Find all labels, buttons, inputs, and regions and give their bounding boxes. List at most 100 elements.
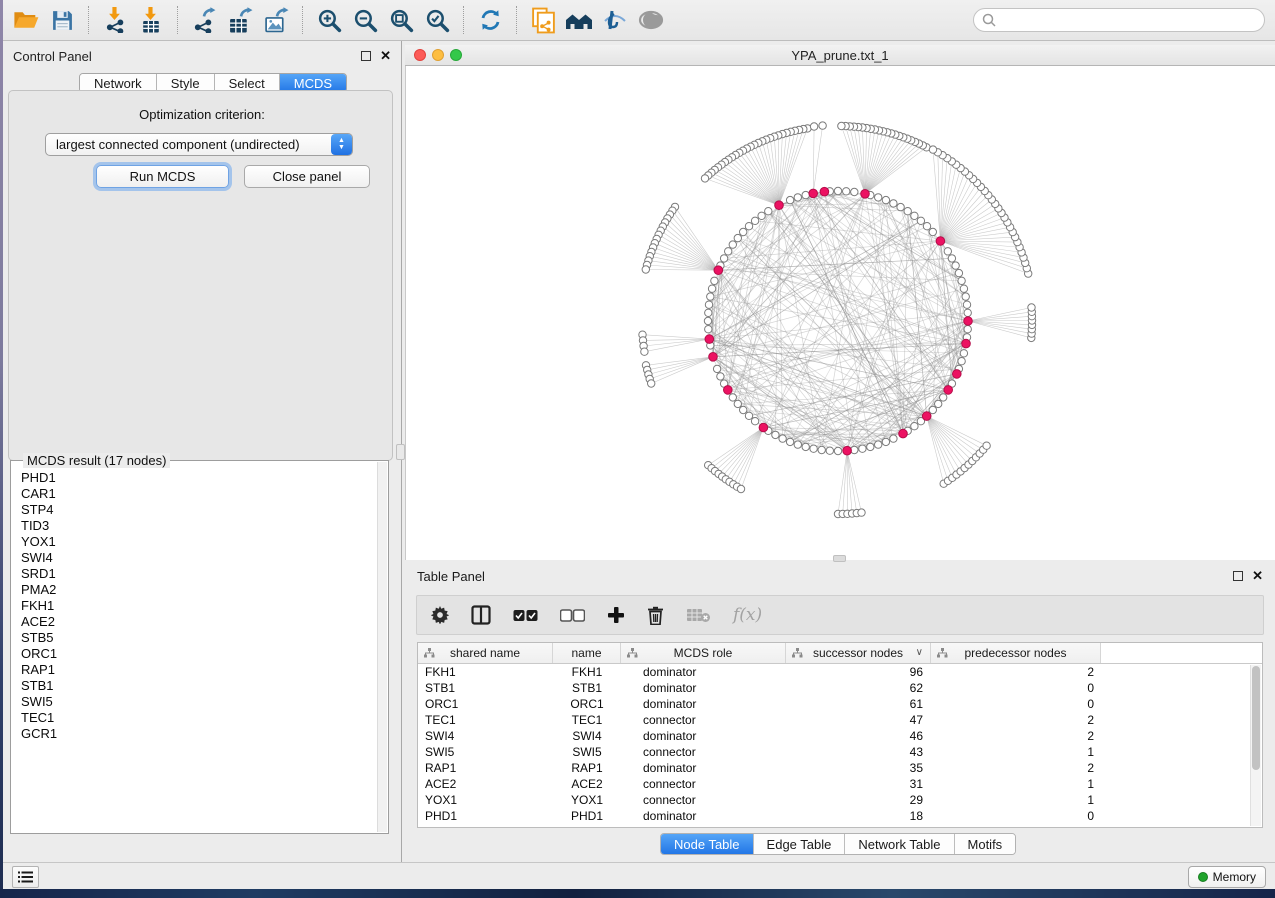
tab-node-table[interactable]: Node Table: [661, 834, 754, 854]
graph-node[interactable]: [882, 438, 889, 445]
graph-node[interactable]: [729, 394, 736, 401]
run-mcds-button[interactable]: Run MCDS: [96, 165, 229, 188]
graph-node[interactable]: [843, 188, 850, 195]
graph-hub-node[interactable]: [724, 386, 733, 395]
graph-node[interactable]: [708, 285, 715, 292]
graph-node[interactable]: [911, 423, 918, 430]
graph-node[interactable]: [826, 447, 833, 454]
zoom-selected-button[interactable]: [422, 5, 452, 35]
graph-node[interactable]: [758, 212, 765, 219]
graph-node[interactable]: [794, 194, 801, 201]
graph-hub-node[interactable]: [953, 370, 962, 379]
mcds-result-item[interactable]: ACE2: [21, 614, 377, 630]
graph-node[interactable]: [705, 301, 712, 308]
graph-node[interactable]: [707, 293, 714, 300]
save-button[interactable]: [47, 5, 77, 35]
graph-node[interactable]: [923, 223, 930, 230]
table-cell[interactable]: [1101, 696, 1262, 712]
graph-node[interactable]: [890, 435, 897, 442]
table-cell[interactable]: [1101, 744, 1262, 760]
table-cell[interactable]: 1: [931, 744, 1101, 760]
graph-node[interactable]: [911, 212, 918, 219]
table-cell[interactable]: 62: [786, 680, 931, 696]
graph-node[interactable]: [929, 228, 936, 235]
graph-hub-node[interactable]: [861, 190, 870, 199]
graph-node[interactable]: [917, 217, 924, 224]
tab-edge-table[interactable]: Edge Table: [754, 834, 846, 854]
open-folder-button[interactable]: [11, 5, 41, 35]
table-cell[interactable]: 47: [786, 712, 931, 728]
mcds-result-item[interactable]: SWI4: [21, 550, 377, 566]
export-network-button[interactable]: [189, 5, 219, 35]
graph-node[interactable]: [740, 228, 747, 235]
zoom-out-button[interactable]: [350, 5, 380, 35]
graph-node[interactable]: [734, 234, 741, 241]
graph-hub-node[interactable]: [936, 237, 945, 246]
graph-node[interactable]: [935, 400, 942, 407]
table-row[interactable]: SWI5SWI5connector431: [418, 744, 1262, 760]
table-cell[interactable]: ACE2: [418, 776, 553, 792]
table-cell[interactable]: dominator: [621, 680, 786, 696]
graph-hub-node[interactable]: [759, 423, 768, 432]
graph-node[interactable]: [729, 241, 736, 248]
graph-node[interactable]: [955, 269, 962, 276]
graph-node[interactable]: [960, 285, 967, 292]
graph-node[interactable]: [960, 350, 967, 357]
home-button[interactable]: [564, 5, 594, 35]
graph-node[interactable]: [858, 509, 865, 516]
graph-node[interactable]: [734, 400, 741, 407]
graph-node[interactable]: [962, 293, 969, 300]
mcds-result-item[interactable]: RAP1: [21, 662, 377, 678]
table-cell[interactable]: 35: [786, 760, 931, 776]
graph-node[interactable]: [964, 309, 971, 316]
graph-node[interactable]: [751, 217, 758, 224]
float-table-panel-icon[interactable]: [1233, 571, 1243, 581]
mcds-result-item[interactable]: SWI5: [21, 694, 377, 710]
graph-node[interactable]: [705, 309, 712, 316]
table-cell[interactable]: [1101, 792, 1262, 808]
table-cell[interactable]: 2: [931, 712, 1101, 728]
graph-node[interactable]: [964, 326, 971, 333]
graph-node[interactable]: [1028, 304, 1035, 311]
graph-hub-node[interactable]: [899, 429, 908, 438]
table-cell[interactable]: TEC1: [553, 712, 621, 728]
table-cell[interactable]: YOX1: [553, 792, 621, 808]
column-header-name[interactable]: name: [553, 643, 621, 663]
graph-node[interactable]: [717, 373, 724, 380]
table-cell[interactable]: SWI5: [553, 744, 621, 760]
table-cell[interactable]: [1101, 728, 1262, 744]
table-cell[interactable]: 0: [931, 808, 1101, 824]
mcds-result-item[interactable]: STB1: [21, 678, 377, 694]
table-cell[interactable]: PHD1: [418, 808, 553, 824]
graph-node[interactable]: [875, 441, 882, 448]
table-cell[interactable]: dominator: [621, 664, 786, 680]
table-cell[interactable]: dominator: [621, 728, 786, 744]
graph-node[interactable]: [720, 255, 727, 262]
network-canvas[interactable]: [405, 66, 1275, 560]
graph-node[interactable]: [819, 122, 826, 129]
table-cell[interactable]: ACE2: [553, 776, 621, 792]
table-cell[interactable]: STB1: [418, 680, 553, 696]
export-network-document-button[interactable]: [528, 5, 558, 35]
graph-node[interactable]: [838, 122, 845, 129]
table-cell[interactable]: connector: [621, 712, 786, 728]
table-scrollbar[interactable]: [1250, 665, 1261, 826]
graph-node[interactable]: [958, 277, 965, 284]
graph-node[interactable]: [851, 188, 858, 195]
graph-node[interactable]: [786, 438, 793, 445]
graph-node[interactable]: [952, 262, 959, 269]
graph-node[interactable]: [875, 194, 882, 201]
table-cell[interactable]: [1101, 664, 1262, 680]
graph-node[interactable]: [944, 248, 951, 255]
vertical-splitter-handle[interactable]: [396, 444, 405, 460]
table-row[interactable]: RAP1RAP1dominator352: [418, 760, 1262, 776]
refresh-button[interactable]: [475, 5, 505, 35]
graph-node[interactable]: [890, 200, 897, 207]
show-columns-icon[interactable]: [471, 602, 491, 628]
graph-node[interactable]: [818, 446, 825, 453]
mcds-result-item[interactable]: FKH1: [21, 598, 377, 614]
column-header-successor-nodes[interactable]: successor nodes ∨: [786, 643, 931, 663]
table-cell[interactable]: 0: [931, 680, 1101, 696]
add-column-icon[interactable]: [607, 602, 625, 628]
mcds-result-item[interactable]: STB5: [21, 630, 377, 646]
